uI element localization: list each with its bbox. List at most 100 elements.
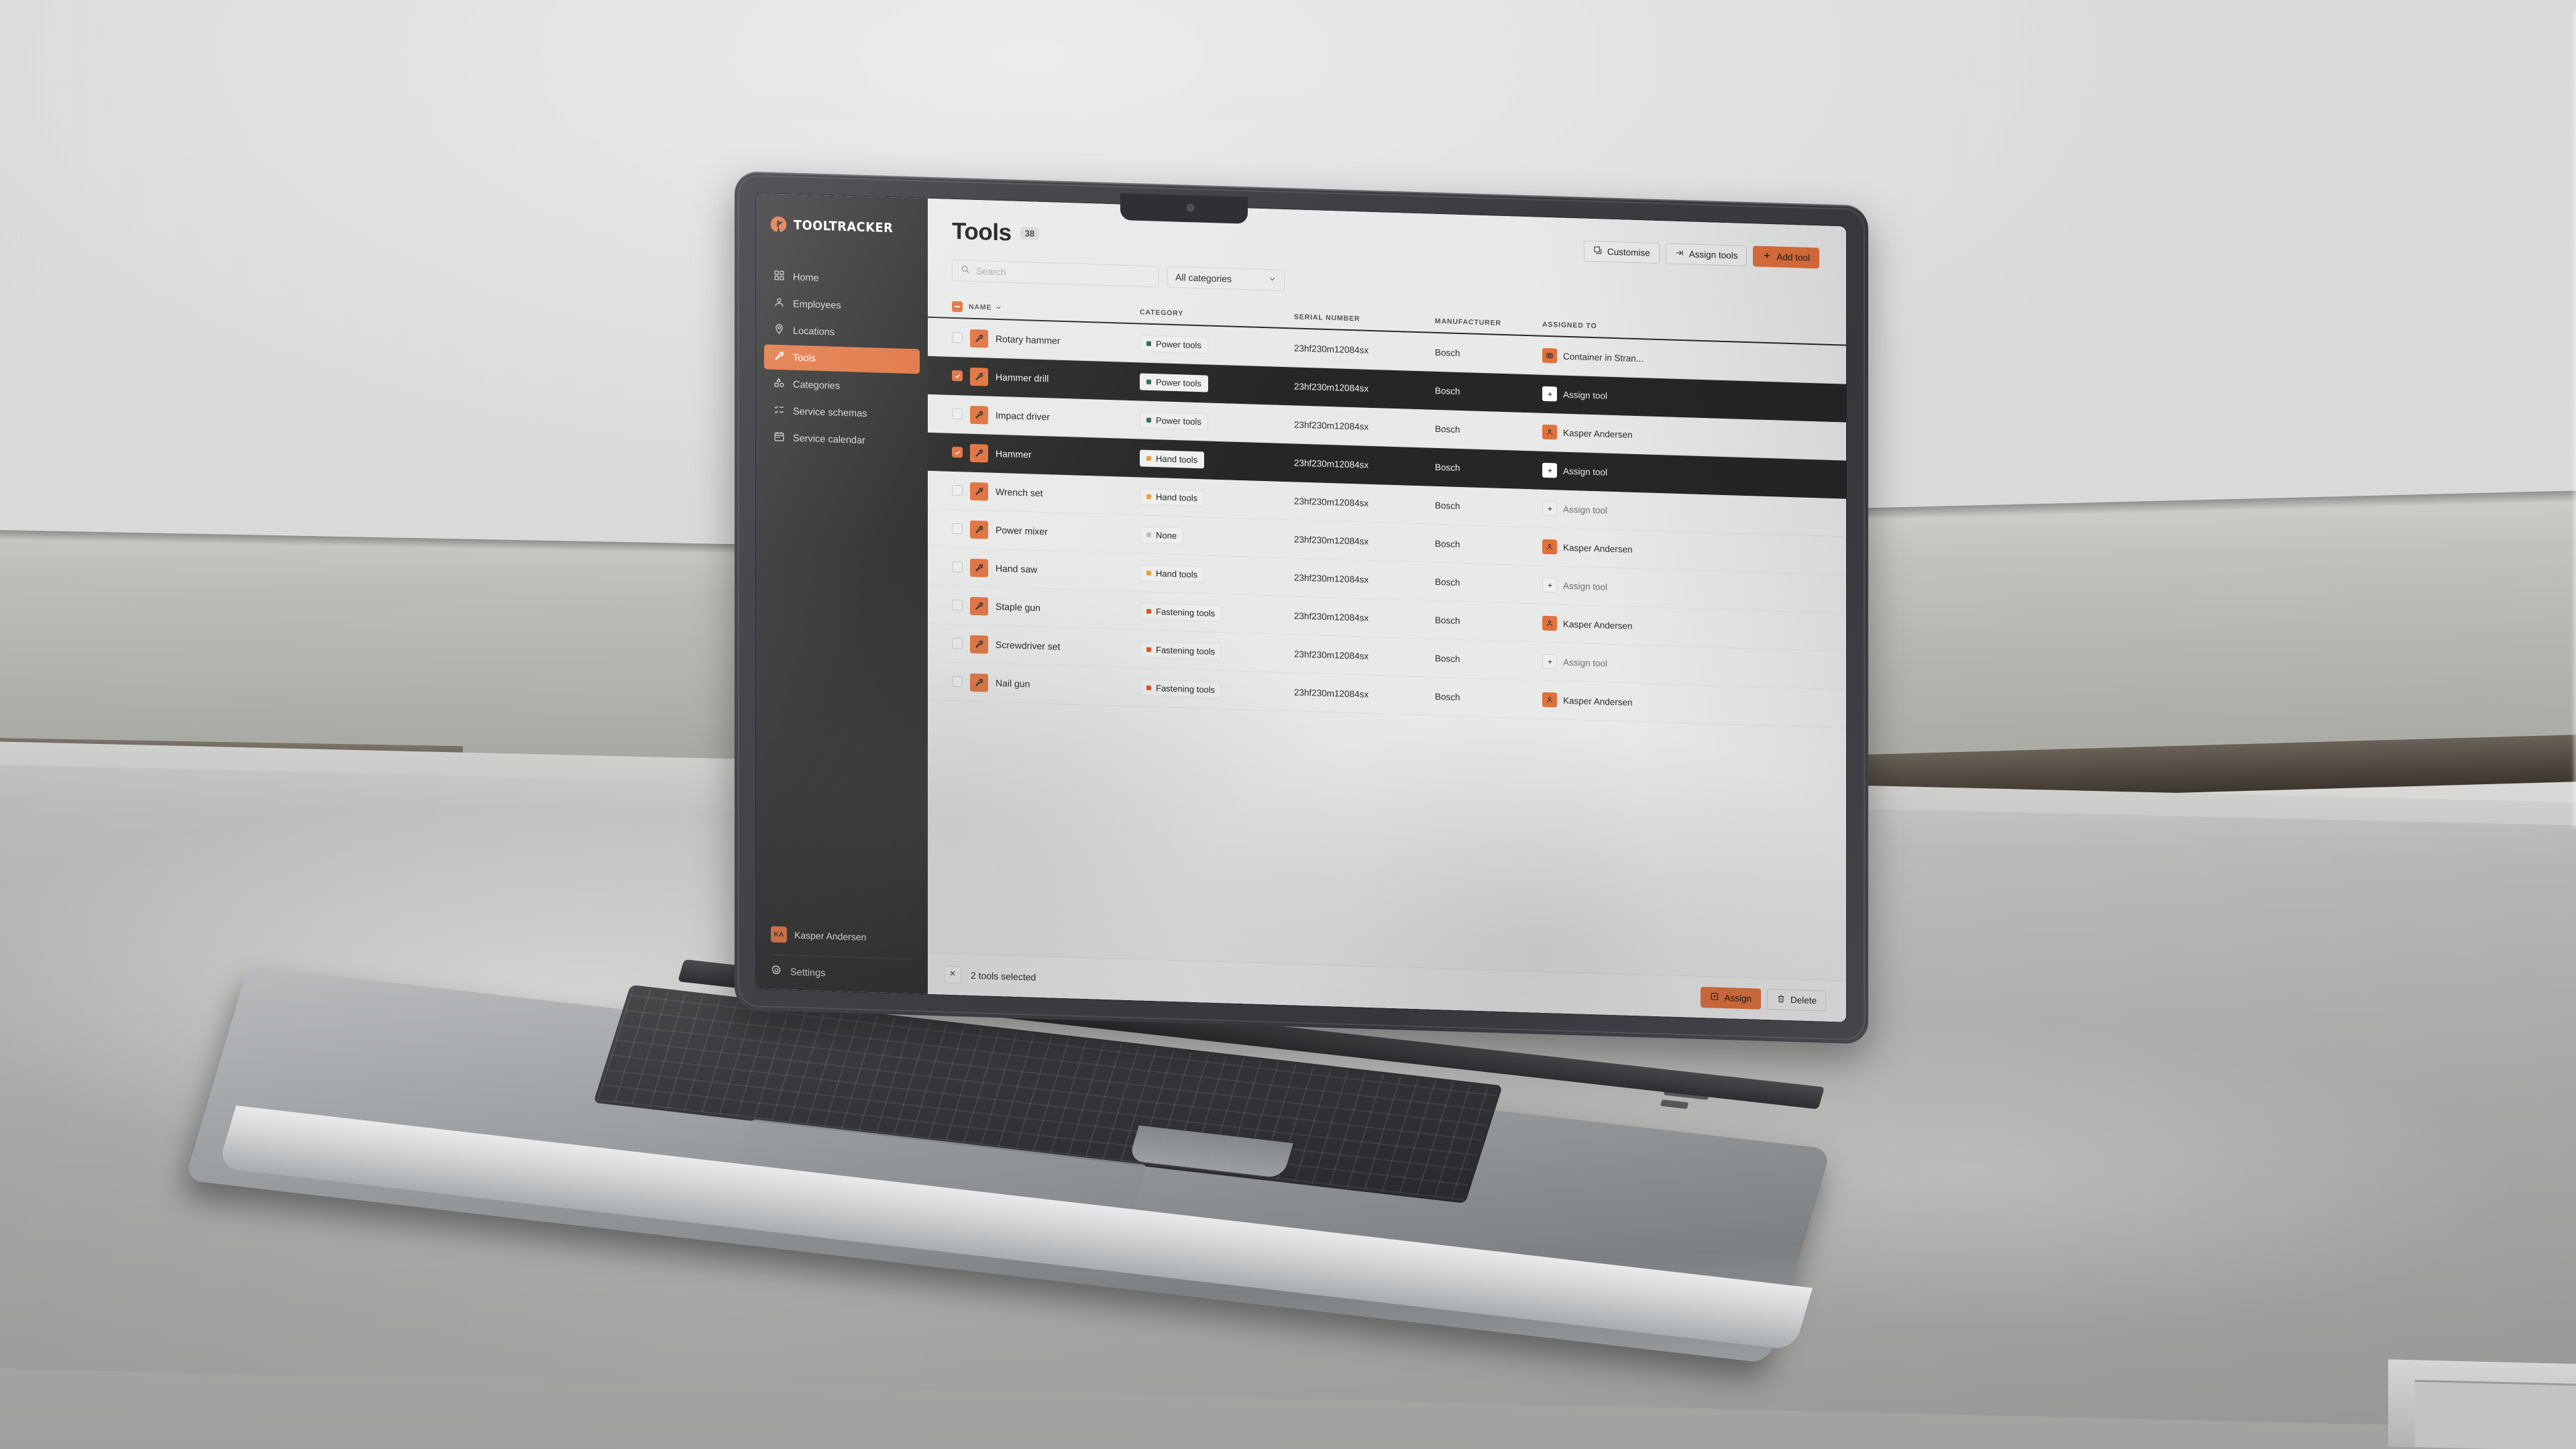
row-checkbox[interactable]	[952, 599, 963, 611]
page-title: Tools	[952, 217, 1012, 246]
person-icon	[1542, 615, 1557, 631]
category-chip: Hand tools	[1140, 449, 1205, 468]
category-color-dot	[1146, 608, 1151, 614]
column-header-assigned: Assigned to	[1542, 320, 1597, 331]
chevron-down-icon	[995, 302, 1002, 313]
assigned-to-value: Container in Stran...	[1563, 351, 1644, 364]
row-checkbox[interactable]	[952, 484, 963, 496]
layers-icon	[1593, 246, 1603, 257]
table-body: Rotary hammer Power tools 23hf230m12084sx B…	[928, 317, 1846, 1022]
category-chip: Power tools	[1140, 334, 1208, 354]
category-filter-select[interactable]: All categories	[1167, 266, 1285, 292]
serial-value: 23hf230m12084sx	[1294, 572, 1369, 585]
assign-selected-button[interactable]: Assign	[1701, 986, 1761, 1010]
row-checkbox[interactable]	[952, 331, 963, 343]
tool-name-value: Power mixer	[996, 524, 1048, 537]
delete-selected-button[interactable]: Delete	[1766, 988, 1826, 1012]
category-value: Fastening tools	[1156, 606, 1216, 619]
close-icon	[949, 969, 957, 980]
sidebar-item-label: Home	[793, 272, 819, 284]
assign-icon	[1675, 248, 1684, 259]
wrench-icon	[970, 329, 988, 348]
assign-tool-button[interactable]: Assign tool	[1542, 386, 1819, 410]
category-value: Power tools	[1156, 376, 1201, 388]
plus-icon	[1542, 500, 1557, 517]
sidebar-user-name: Kasper Andersen	[794, 929, 867, 943]
assign-tool-button[interactable]: Assign tool	[1542, 462, 1819, 486]
webcam-icon	[1186, 204, 1194, 212]
customise-button[interactable]: Customise	[1583, 240, 1660, 264]
sidebar-item-settings[interactable]: Settings	[756, 964, 928, 983]
sidebar-item-label: Tools	[793, 352, 816, 364]
wrench-icon	[970, 596, 988, 616]
sidebar-item-home[interactable]: Home	[764, 264, 920, 293]
sidebar-item-tools[interactable]: Tools	[764, 344, 920, 374]
assigned-to-value: Kasper Andersen	[1563, 427, 1633, 440]
trash-icon	[1776, 994, 1786, 1005]
row-checkbox[interactable]	[952, 561, 963, 573]
sidebar-item-employees[interactable]: Employees	[764, 290, 920, 320]
map-pin-icon	[773, 323, 785, 338]
category-chip: Hand tools	[1140, 564, 1205, 583]
tool-name-value: Hammer drill	[996, 371, 1049, 384]
row-checkbox[interactable]	[952, 446, 963, 458]
category-color-dot	[1146, 494, 1151, 499]
category-color-dot	[1146, 570, 1151, 576]
wrench-icon	[970, 673, 988, 692]
container-icon	[1542, 347, 1557, 364]
row-checkbox[interactable]	[952, 370, 963, 382]
shapes-icon	[773, 377, 785, 392]
search-field[interactable]	[952, 259, 1159, 288]
laptop-device: TOOLTRACKER Home Employees Locations Too…	[0, 0, 2576, 1449]
checklist-icon	[773, 404, 785, 419]
assign-tools-label: Assign tools	[1688, 248, 1738, 261]
category-value: Hand tools	[1156, 453, 1198, 465]
gear-icon	[771, 965, 782, 979]
column-header-manufacturer: Manufacturer	[1435, 317, 1501, 327]
search-input[interactable]	[976, 266, 1150, 282]
assign-tool-label: Assign tool	[1563, 504, 1608, 516]
category-color-dot	[1146, 379, 1151, 384]
manufacturer-value: Bosch	[1435, 538, 1460, 549]
category-chip: Fastening tools	[1140, 602, 1222, 622]
calendar-icon	[773, 431, 785, 445]
manufacturer-value: Bosch	[1435, 385, 1460, 396]
assign-tool-button[interactable]: Assign tool	[1542, 653, 1819, 678]
row-checkbox[interactable]	[952, 523, 963, 535]
assign-tool-label: Assign tool	[1563, 580, 1608, 592]
webcam-notch	[1120, 193, 1248, 224]
category-color-dot	[1146, 417, 1151, 423]
assign-tool-button[interactable]: Assign tool	[1542, 577, 1819, 601]
serial-value: 23hf230m12084sx	[1294, 419, 1369, 432]
row-checkbox[interactable]	[952, 637, 963, 649]
close-selection-button[interactable]	[944, 965, 961, 983]
wrench-icon	[970, 635, 988, 654]
column-header-serial: Serial number	[1294, 313, 1360, 323]
category-chip: Fastening tools	[1140, 640, 1222, 660]
sidebar-user[interactable]: KA Kasper Andersen	[756, 926, 928, 958]
serial-value: 23hf230m12084sx	[1294, 457, 1369, 470]
brand-logo[interactable]: TOOLTRACKER	[756, 208, 928, 238]
sidebar-item-service-schemas[interactable]: Service schemas	[764, 398, 920, 427]
assign-box-icon	[1710, 991, 1719, 1003]
wrench-icon	[970, 443, 988, 463]
assign-tools-button[interactable]: Assign tools	[1665, 242, 1748, 266]
row-checkbox[interactable]	[952, 408, 963, 420]
wrench-icon	[970, 405, 988, 425]
serial-value: 23hf230m12084sx	[1294, 648, 1369, 661]
manufacturer-value: Bosch	[1435, 614, 1460, 626]
assign-selected-label: Assign	[1724, 993, 1752, 1004]
column-header-name[interactable]: Name	[969, 301, 1002, 314]
select-all-checkbox[interactable]	[952, 301, 963, 313]
assign-tool-button[interactable]: Assign tool	[1542, 500, 1819, 525]
category-chip: Power tools	[1140, 411, 1208, 431]
sidebar-item-categories[interactable]: Categories	[764, 371, 920, 400]
plus-icon	[1542, 653, 1557, 669]
add-tool-button[interactable]: Add tool	[1753, 245, 1819, 268]
sidebar-item-locations[interactable]: Locations	[764, 317, 920, 347]
sidebar-nav: Home Employees Locations Tools Categorie…	[756, 264, 928, 455]
person-icon	[1542, 692, 1557, 708]
category-value: None	[1156, 529, 1177, 541]
row-checkbox[interactable]	[952, 676, 963, 688]
sidebar-item-label: Locations	[793, 325, 835, 338]
